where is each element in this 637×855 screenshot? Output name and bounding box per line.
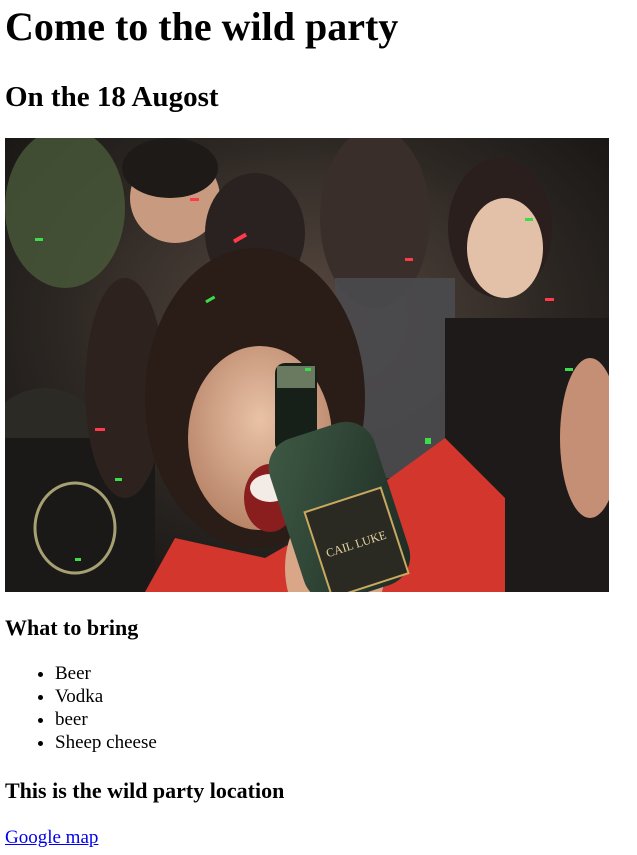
list-item: beer: [55, 708, 637, 731]
party-photo-illustration: CAIL LUKE: [5, 138, 609, 592]
party-date-heading: On the 18 Augost: [5, 81, 219, 113]
list-item: Sheep cheese: [55, 731, 637, 754]
list-item: Vodka: [55, 685, 637, 708]
bring-list: Beer Vodka beer Sheep cheese: [5, 662, 637, 754]
page: Come to the wild party On the 18 Augost: [0, 0, 637, 850]
party-photo: CAIL LUKE: [5, 138, 609, 592]
bring-heading: What to bring: [5, 615, 139, 640]
list-item: Beer: [55, 662, 637, 685]
location-heading: This is the wild party location: [5, 778, 285, 803]
google-map-link[interactable]: Google map: [5, 826, 98, 850]
page-title: Come to the wild party: [5, 4, 399, 49]
